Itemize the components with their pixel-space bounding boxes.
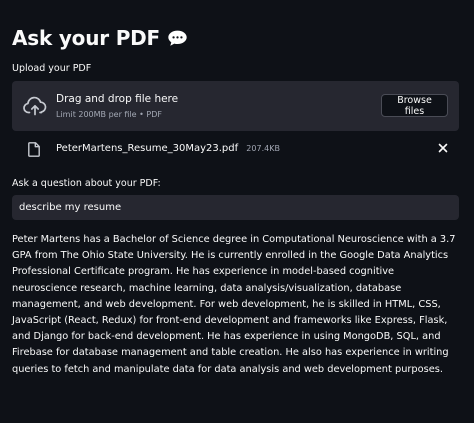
file-size: 207.4KB xyxy=(246,144,280,153)
dropzone-limit: Limit 200MB per file • PDF xyxy=(56,110,162,119)
dropzone-instructions: Drag and drop file here xyxy=(56,93,179,105)
file-icon xyxy=(28,142,40,157)
question-label: Ask a question about your PDF: xyxy=(12,178,161,189)
upload-label: Upload your PDF xyxy=(12,63,92,74)
page-title: Ask your PDF xyxy=(12,26,188,50)
question-input[interactable] xyxy=(12,195,459,220)
page-title-text: Ask your PDF xyxy=(12,26,161,50)
browse-files-button[interactable]: Browse files xyxy=(381,94,448,117)
file-name-text: PeterMartens_Resume_30May23.pdf xyxy=(56,143,239,154)
speech-bubble-icon xyxy=(168,30,187,46)
uploaded-file-row: PeterMartens_Resume_30May23.pdf 207.4KB xyxy=(12,141,459,159)
file-dropzone[interactable]: Drag and drop file here Limit 200MB per … xyxy=(12,81,459,131)
upload-cloud-icon xyxy=(23,96,47,116)
answer-text: Peter Martens has a Bachelor of Science … xyxy=(12,234,456,375)
close-icon[interactable] xyxy=(438,143,448,153)
uploaded-file-name: PeterMartens_Resume_30May23.pdf 207.4KB xyxy=(56,143,280,154)
